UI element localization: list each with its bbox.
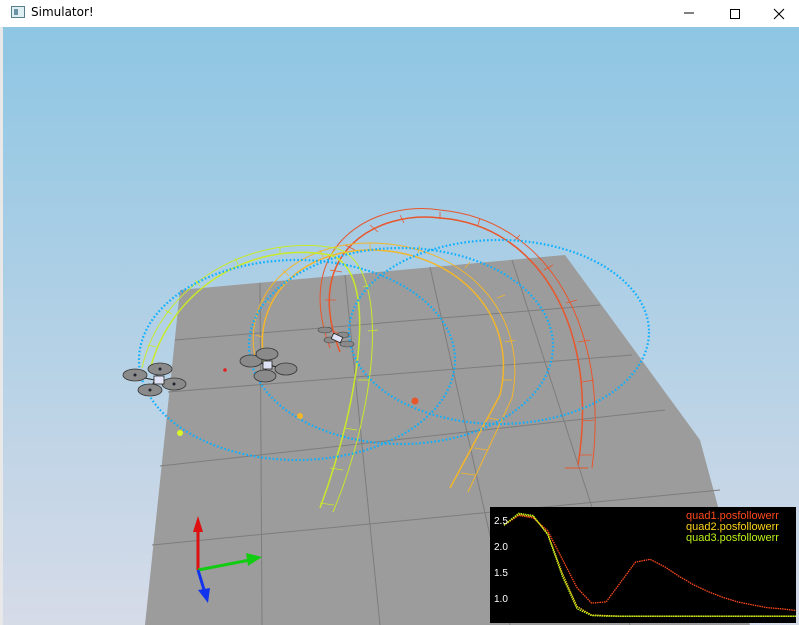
minimize-button[interactable] bbox=[666, 0, 712, 27]
tick-label: 2.5 bbox=[494, 516, 508, 527]
close-icon bbox=[773, 8, 785, 20]
tick-label: 2.0 bbox=[494, 542, 508, 553]
maximize-button[interactable] bbox=[712, 0, 758, 27]
window-title: Simulator! bbox=[31, 5, 94, 19]
target-marker-2 bbox=[297, 413, 303, 419]
maximize-icon bbox=[730, 9, 740, 19]
simulator-viewport[interactable]: 2.5 2.0 1.5 1.0 quad1.posfollowerr quad2… bbox=[3, 27, 799, 625]
tick-label: 1.0 bbox=[494, 594, 508, 605]
minimize-icon bbox=[684, 12, 694, 14]
title-bar: Simulator! bbox=[0, 0, 799, 27]
target-marker-3 bbox=[177, 430, 183, 436]
app-icon bbox=[11, 6, 25, 18]
origin-marker bbox=[223, 368, 227, 372]
tick-label: 1.5 bbox=[494, 568, 508, 579]
close-button[interactable] bbox=[756, 0, 799, 27]
error-plot: 2.5 2.0 1.5 1.0 quad1.posfollowerr quad2… bbox=[490, 507, 797, 623]
legend-label: quad3.posfollowerr bbox=[686, 532, 779, 544]
target-marker-1 bbox=[411, 397, 419, 405]
